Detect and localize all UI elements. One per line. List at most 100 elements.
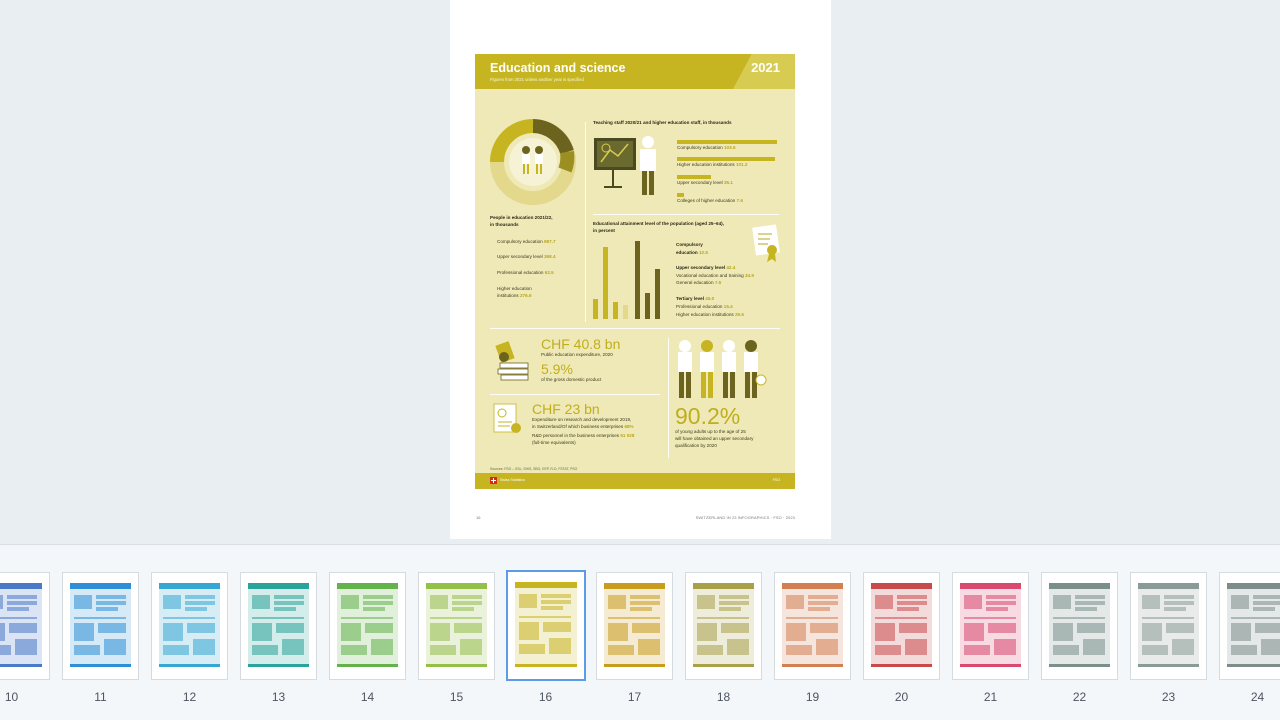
youth-line2: will have obtained an upper secondary xyxy=(675,436,754,441)
thumbnail-page-16[interactable] xyxy=(506,570,586,681)
thumbnail-page-23[interactable] xyxy=(1130,572,1207,680)
thumbnail-page-11[interactable] xyxy=(62,572,139,680)
thumbnail-content-block xyxy=(875,623,895,641)
research-document-icon xyxy=(493,403,521,433)
thumbnail-content-block xyxy=(719,595,749,599)
thumbnail-content-block xyxy=(7,607,29,611)
thumbnail-content-block xyxy=(519,616,571,618)
rnd-line3: R&D personnel in the business enterprise… xyxy=(532,433,635,438)
thumbnail-content-block xyxy=(454,623,482,633)
thumbnail-content-block xyxy=(638,639,660,655)
thumbnail-content-block xyxy=(786,617,838,619)
thumbnail-footer-bar xyxy=(782,664,843,667)
thumbnail-page-24[interactable] xyxy=(1219,572,1280,680)
thumbnail-content-block xyxy=(630,607,652,611)
thumbnail-page-19[interactable] xyxy=(774,572,851,680)
thumbnail-content-block xyxy=(74,595,92,609)
thumbnail-footer-bar xyxy=(0,664,42,667)
attainment-vocational: Vocational education and training 34.9 xyxy=(676,273,754,278)
thumbnail-content-block xyxy=(632,623,660,633)
thumbnail-content-block xyxy=(608,595,626,609)
people-item-compulsory: Compulsory education 987.7 xyxy=(497,239,556,244)
thumbnail-content-block xyxy=(185,601,215,605)
thumbnail-content-block xyxy=(1172,639,1194,655)
rnd-line1: Expenditure on research and development … xyxy=(532,417,632,422)
attainment-upper-secondary: Upper secondary level 42.4 xyxy=(676,265,736,270)
thumbnail-content-block xyxy=(252,623,272,641)
teaching-bar-compulsory xyxy=(677,140,777,144)
expenditure-amount: CHF 40.8 bn xyxy=(541,336,621,352)
thumbnail-page-12[interactable] xyxy=(151,572,228,680)
attainment-bar-general xyxy=(613,302,618,319)
thumbnail-page-14[interactable] xyxy=(329,572,406,680)
thumbnail-content-block xyxy=(816,639,838,655)
thumbnail-content-block xyxy=(875,595,893,609)
thumbnail-content-block xyxy=(1231,645,1257,655)
thumbnail-preview xyxy=(693,583,754,667)
attainment-general: General education 7.5 xyxy=(676,280,722,285)
thumbnail-page-number: 12 xyxy=(182,690,197,704)
rnd-line2: in Switzerland/Of which business enterpr… xyxy=(532,424,634,429)
thumbnail-content-block xyxy=(1077,623,1105,633)
thumbnail-footer-bar xyxy=(1138,664,1199,667)
thumbnail-content-block xyxy=(808,601,838,605)
attainment-higher-education: Higher education institutions 29.6 xyxy=(676,312,744,317)
thumbnail-preview xyxy=(159,583,220,667)
thumbnail-header-bar xyxy=(960,583,1021,589)
thumbnail-header-bar xyxy=(0,583,42,589)
document-page: Education and science Figures from 2021 … xyxy=(450,0,831,539)
thumbnail-content-block xyxy=(808,595,838,599)
thumbnail-content-block xyxy=(1075,595,1105,599)
thumbnail-page-22[interactable] xyxy=(1041,572,1118,680)
thumbnail-content-block xyxy=(986,595,1016,599)
thumbnail-content-block xyxy=(74,623,94,641)
attainment-heading-line1: Educational attainment level of the popu… xyxy=(593,221,724,226)
youth-line3: qualification by 2020 xyxy=(675,443,717,448)
thumbnail-content-block xyxy=(460,639,482,655)
infographic-title: Education and science xyxy=(490,61,626,75)
thumbnail-content-block xyxy=(96,595,126,599)
thumbnail-content-block xyxy=(1253,601,1280,605)
thumbnail-content-block xyxy=(163,623,183,641)
thumbnail-content-block xyxy=(1142,595,1160,609)
thumbnail-footer-bar xyxy=(960,664,1021,667)
youth-line1: of young adults up to the age of 25 xyxy=(675,429,746,434)
infographic-footer-bar: Swiss Statistics FSO xyxy=(475,473,795,489)
thumbnail-content-block xyxy=(1142,623,1162,641)
thumbnail-content-block xyxy=(9,623,37,633)
youth-pct: 90.2% xyxy=(675,403,741,429)
thumbnail-content-block xyxy=(543,622,571,632)
thumbnail-content-block xyxy=(163,595,181,609)
thumbnail-content-block xyxy=(15,639,37,655)
thumbnail-content-block xyxy=(7,595,37,599)
thumbnail-page-20[interactable] xyxy=(863,572,940,680)
thumbnail-content-block xyxy=(430,595,448,609)
thumbnail-preview xyxy=(70,583,131,667)
thumbnail-page-number: 24 xyxy=(1250,690,1265,704)
page-number: 16 xyxy=(476,515,481,520)
thumbnail-header-bar xyxy=(70,583,131,589)
thumbnail-page-17[interactable] xyxy=(596,572,673,680)
thumbnail-content-block xyxy=(630,595,660,599)
thumbnail-preview xyxy=(871,583,932,667)
thumbnail-content-block xyxy=(104,639,126,655)
thumbnail-content-block xyxy=(452,601,482,605)
thumbnail-content-block xyxy=(875,645,901,655)
thumbnail-content-block xyxy=(363,595,393,599)
thumbnail-page-number: 18 xyxy=(716,690,731,704)
thumbnail-page-21[interactable] xyxy=(952,572,1029,680)
infographic-year: 2021 xyxy=(751,60,780,75)
expenditure-pct: 5.9% xyxy=(541,361,573,377)
thumbnail-page-10[interactable] xyxy=(0,572,50,680)
thumbnail-page-number: 11 xyxy=(94,690,107,704)
thumbnail-page-18[interactable] xyxy=(685,572,762,680)
thumbnail-page-13[interactable] xyxy=(240,572,317,680)
thumbnail-preview xyxy=(248,583,309,667)
thumbnail-header-bar xyxy=(871,583,932,589)
thumbnail-content-block xyxy=(727,639,749,655)
thumbnail-page-15[interactable] xyxy=(418,572,495,680)
thumbnail-page-number: 13 xyxy=(271,690,286,704)
thumbnail-content-block xyxy=(519,644,545,654)
document-viewer[interactable]: Education and science Figures from 2021 … xyxy=(0,0,1280,544)
thumbnail-strip[interactable]: 10 11 12 13 14 15 16 17 18 19 20 21 22 23 24 xyxy=(0,544,1280,720)
